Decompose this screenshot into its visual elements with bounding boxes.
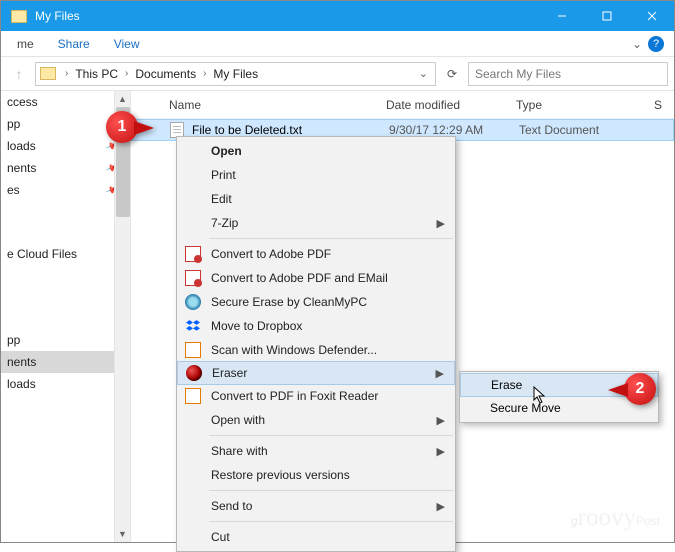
- scroll-up-icon[interactable]: ▲: [115, 91, 130, 107]
- ribbon-tabs: me Share View ⌄ ?: [1, 31, 674, 57]
- close-button[interactable]: [629, 1, 674, 31]
- nav-sidebar: ccesspp📌loads📌nents📌es📌e Cloud Filesppne…: [1, 91, 131, 542]
- submenu-arrow-icon: ▶: [437, 217, 445, 230]
- sidebar-item[interactable]: es📌: [1, 179, 130, 201]
- pdf-icon: [185, 246, 201, 262]
- column-headers[interactable]: Name Date modified Type S: [131, 91, 674, 119]
- breadcrumb-segment[interactable]: My Files: [211, 67, 260, 81]
- sidebar-item[interactable]: nents: [1, 351, 130, 373]
- tab-share[interactable]: Share: [46, 37, 102, 51]
- foxit-icon: [185, 388, 201, 404]
- context-menu-item[interactable]: Cut: [177, 525, 455, 549]
- breadcrumb-segment[interactable]: Documents: [133, 67, 198, 81]
- scroll-down-icon[interactable]: ▼: [115, 526, 130, 542]
- sidebar-item[interactable]: [1, 211, 130, 233]
- column-date[interactable]: Date modified: [386, 98, 516, 112]
- submenu-arrow-icon: ▶: [437, 500, 445, 513]
- file-type: Text Document: [519, 123, 599, 137]
- context-menu-item[interactable]: Print: [177, 163, 455, 187]
- context-menu-item[interactable]: Scan with Windows Defender...: [177, 338, 455, 362]
- sidebar-item[interactable]: ccess: [1, 91, 130, 113]
- sidebar-item[interactable]: nents📌: [1, 157, 130, 179]
- defender-icon: [185, 342, 201, 358]
- callout-step-1: 1: [106, 111, 138, 143]
- context-menu-item[interactable]: Restore previous versions: [177, 463, 455, 487]
- breadcrumb-segment[interactable]: This PC: [73, 67, 120, 81]
- context-menu-item[interactable]: Edit: [177, 187, 455, 211]
- secure-icon: [185, 294, 201, 310]
- nav-up-button[interactable]: ↑: [7, 62, 31, 86]
- context-menu-item[interactable]: Move to Dropbox: [177, 314, 455, 338]
- context-menu-item[interactable]: Convert to Adobe PDF: [177, 242, 455, 266]
- context-menu-item[interactable]: Eraser▶: [177, 361, 455, 385]
- column-extra[interactable]: S: [654, 98, 674, 112]
- sidebar-item[interactable]: e Cloud Files: [1, 243, 130, 265]
- window-titlebar: My Files: [1, 1, 674, 31]
- context-menu-item[interactable]: Convert to PDF in Foxit Reader: [177, 384, 455, 408]
- submenu-arrow-icon: ▶: [437, 414, 445, 427]
- chevron-right-icon[interactable]: ›: [122, 68, 131, 79]
- context-menu-item[interactable]: Send to▶: [177, 494, 455, 518]
- context-menu-item[interactable]: Convert to Adobe PDF and EMail: [177, 266, 455, 290]
- sidebar-item[interactable]: [1, 275, 130, 297]
- column-name[interactable]: Name: [131, 98, 386, 112]
- eraser-icon: [186, 365, 202, 381]
- context-menu-item[interactable]: Secure Erase by CleanMyPC: [177, 290, 455, 314]
- context-menu-item[interactable]: Open with▶: [177, 408, 455, 432]
- file-name: File to be Deleted.txt: [192, 123, 389, 137]
- search-input[interactable]: Search My Files: [468, 62, 668, 86]
- context-menu-item[interactable]: Open: [177, 139, 455, 163]
- file-date: 9/30/17 12:29 AM: [389, 123, 519, 137]
- context-menu-item[interactable]: Share with▶: [177, 439, 455, 463]
- ribbon-expand-icon[interactable]: ⌄: [626, 37, 648, 51]
- submenu-arrow-icon: ▶: [436, 367, 444, 380]
- sidebar-item[interactable]: pp: [1, 329, 130, 351]
- chevron-right-icon[interactable]: ›: [62, 68, 71, 79]
- sidebar-item[interactable]: [1, 307, 130, 329]
- sidebar-scrollbar[interactable]: ▲ ▼: [114, 91, 130, 542]
- sidebar-item[interactable]: loads: [1, 373, 130, 395]
- dropbox-icon: [185, 318, 201, 334]
- watermark: groovyPost: [571, 504, 660, 532]
- tab-home[interactable]: me: [5, 37, 46, 51]
- minimize-button[interactable]: [539, 1, 584, 31]
- address-bar: ↑ › This PC › Documents › My Files ⌄ ⟳ S…: [1, 57, 674, 91]
- pdf-icon: [185, 270, 201, 286]
- window-title: My Files: [35, 9, 80, 23]
- tab-view[interactable]: View: [102, 37, 152, 51]
- refresh-button[interactable]: ⟳: [440, 62, 464, 86]
- help-icon[interactable]: ?: [648, 36, 664, 52]
- cursor-icon: [533, 386, 549, 406]
- maximize-button[interactable]: [584, 1, 629, 31]
- folder-icon: [11, 10, 27, 23]
- column-type[interactable]: Type: [516, 98, 654, 112]
- chevron-right-icon[interactable]: ›: [200, 68, 209, 79]
- submenu-arrow-icon: ▶: [437, 445, 445, 458]
- history-dropdown-icon[interactable]: ⌄: [416, 67, 431, 80]
- context-menu: OpenPrintEdit7-Zip▶Convert to Adobe PDFC…: [176, 136, 456, 552]
- callout-step-2: 2: [624, 373, 656, 405]
- context-menu-item[interactable]: 7-Zip▶: [177, 211, 455, 235]
- folder-icon: [40, 67, 56, 80]
- breadcrumb[interactable]: › This PC › Documents › My Files ⌄: [35, 62, 436, 86]
